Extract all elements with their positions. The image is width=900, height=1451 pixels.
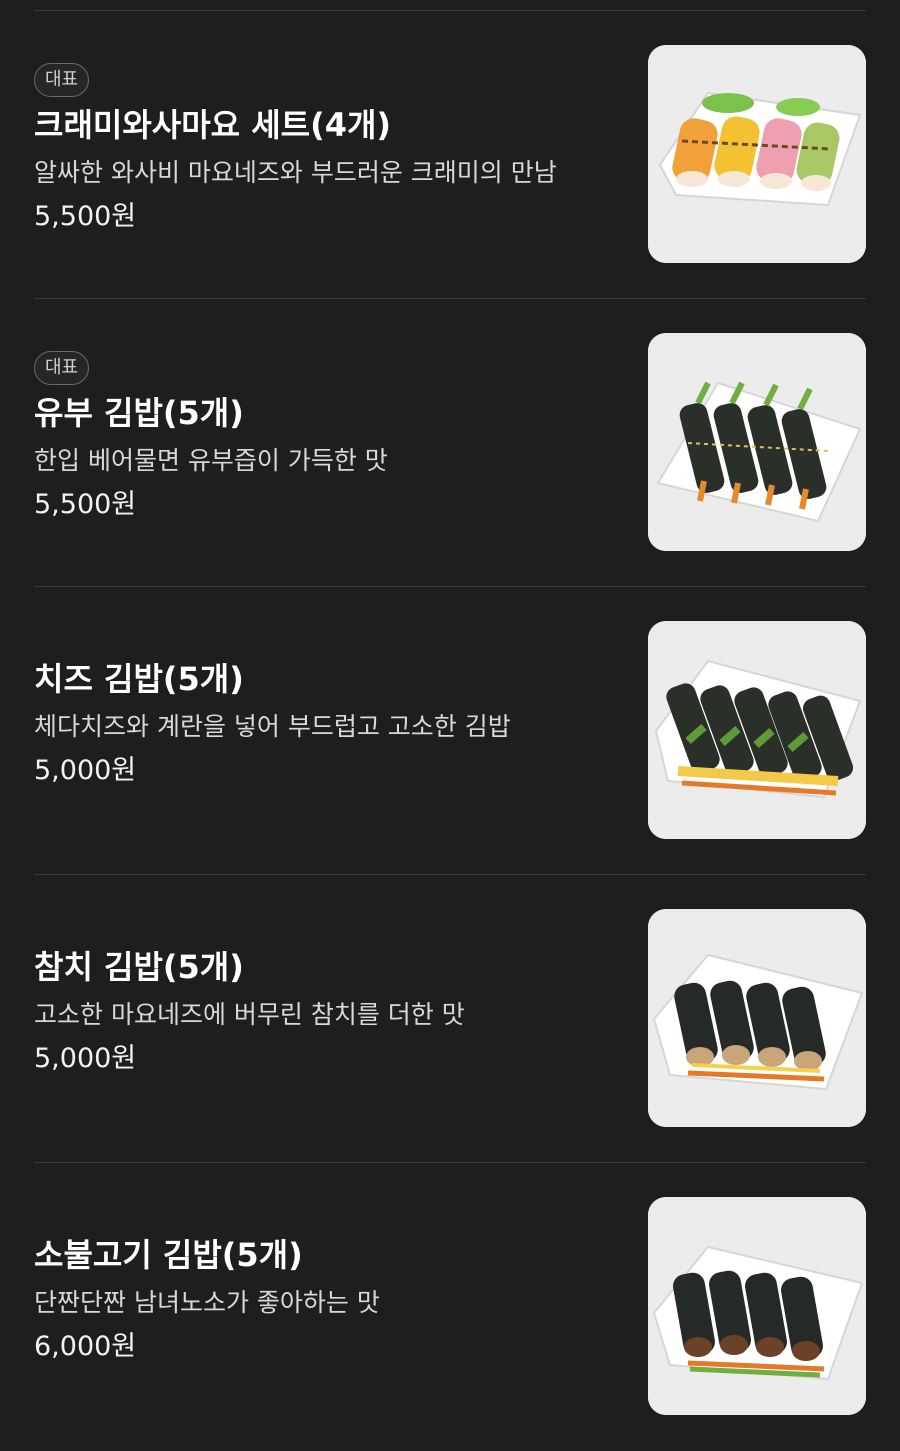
menu-item-name: 크래미와사마요 세트(4개): [34, 106, 392, 144]
signature-badge: 대표: [34, 63, 90, 97]
menu-item-price: 5,500원: [34, 201, 137, 232]
menu-item-price: 6,000원: [34, 1331, 137, 1362]
menu-item-description: 고소한 마요네즈에 버무린 참치를 더한 맛: [34, 1000, 465, 1029]
menu-item-description: 단짠단짠 남녀노소가 좋아하는 맛: [34, 1288, 380, 1317]
menu-item-description: 한입 베어물면 유부즙이 가득한 맛: [34, 446, 388, 475]
tuna-kimbap-photo[interactable]: [648, 909, 866, 1127]
menu-item-price: 5,500원: [34, 489, 137, 520]
menu-item-text: 치즈 김밥(5개) 체다치즈와 계란을 넣어 부드럽고 고소한 김밥 5,000…: [34, 657, 624, 791]
crab-wasabi-mayo-roll-photo[interactable]: [648, 45, 866, 263]
menu-item-description: 체다치즈와 계란을 넣어 부드럽고 고소한 김밥: [34, 712, 511, 741]
menu-item-description: 알싸한 와사비 마요네즈와 부드러운 크래미의 만남: [34, 158, 557, 187]
menu-item[interactable]: 대표 유부 김밥(5개) 한입 베어물면 유부즙이 가득한 맛 5,500원: [34, 299, 866, 587]
menu-item-name: 참치 김밥(5개): [34, 948, 244, 986]
menu-item-price: 5,000원: [34, 755, 137, 786]
bulgogi-kimbap-photo[interactable]: [648, 1197, 866, 1415]
menu-item-name: 치즈 김밥(5개): [34, 660, 244, 698]
menu-item[interactable]: 소불고기 김밥(5개) 단짠단짠 남녀노소가 좋아하는 맛 6,000원: [34, 1163, 866, 1451]
cheese-kimbap-photo[interactable]: [648, 621, 866, 839]
menu-list: 대표 크래미와사마요 세트(4개) 알싸한 와사비 마요네즈와 부드러운 크래미…: [0, 11, 900, 1451]
menu-item-text: 참치 김밥(5개) 고소한 마요네즈에 버무린 참치를 더한 맛 5,000원: [34, 945, 624, 1079]
menu-item-price: 5,000원: [34, 1043, 137, 1074]
menu-item[interactable]: 대표 크래미와사마요 세트(4개) 알싸한 와사비 마요네즈와 부드러운 크래미…: [34, 11, 866, 299]
menu-item[interactable]: 참치 김밥(5개) 고소한 마요네즈에 버무린 참치를 더한 맛 5,000원: [34, 875, 866, 1163]
signature-badge: 대표: [34, 351, 90, 385]
menu-item-name: 유부 김밥(5개): [34, 394, 244, 432]
menu-item-name: 소불고기 김밥(5개): [34, 1236, 303, 1274]
menu-item-text: 대표 크래미와사마요 세트(4개) 알싸한 와사비 마요네즈와 부드러운 크래미…: [34, 63, 624, 237]
menu-item-text: 소불고기 김밥(5개) 단짠단짠 남녀노소가 좋아하는 맛 6,000원: [34, 1233, 624, 1367]
yubu-kimbap-photo[interactable]: [648, 333, 866, 551]
menu-item[interactable]: 치즈 김밥(5개) 체다치즈와 계란을 넣어 부드럽고 고소한 김밥 5,000…: [34, 587, 866, 875]
menu-item-text: 대표 유부 김밥(5개) 한입 베어물면 유부즙이 가득한 맛 5,500원: [34, 351, 624, 525]
